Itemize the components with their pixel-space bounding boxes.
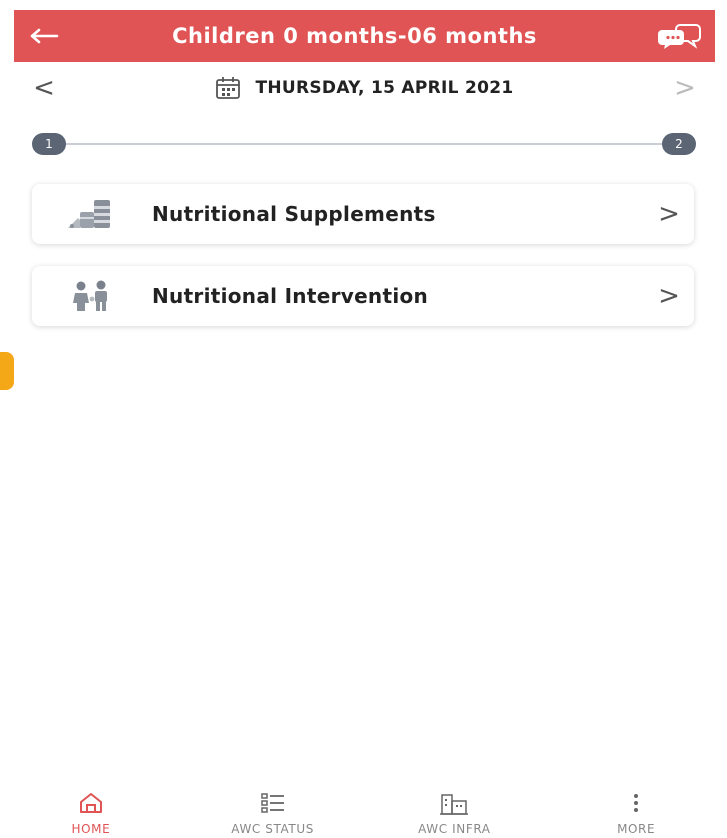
app-bar: Children 0 months-06 months xyxy=(14,10,715,62)
nav-home[interactable]: HOME xyxy=(16,790,166,836)
nav-label: AWC INFRA xyxy=(418,822,491,836)
chevron-right-icon: > xyxy=(658,199,680,229)
card-label: Nutritional Intervention xyxy=(152,284,429,308)
bottom-navigation: HOME AWC STATUS AWC INFRA MORE xyxy=(0,790,727,838)
chat-bubbles-icon xyxy=(658,24,701,49)
date-text: THURSDAY, 15 APRIL 2021 xyxy=(255,78,514,98)
more-vertical-icon xyxy=(634,794,639,812)
date-display[interactable]: THURSDAY, 15 APRIL 2021 xyxy=(215,76,513,100)
card-label: Nutritional Supplements xyxy=(152,202,436,226)
page-title: Children 0 months-06 months xyxy=(172,24,537,48)
chat-button[interactable] xyxy=(645,10,715,62)
arrow-left-icon xyxy=(30,28,59,44)
home-icon xyxy=(79,793,102,813)
nutritional-intervention-card[interactable]: Nutritional Intervention > xyxy=(32,266,694,326)
nav-awc-status[interactable]: AWC STATUS xyxy=(198,790,348,836)
nav-label: MORE xyxy=(617,822,656,836)
mother-child-icon xyxy=(73,280,107,311)
step-2-indicator[interactable]: 2 xyxy=(662,133,696,155)
building-icon xyxy=(440,794,469,815)
back-button[interactable] xyxy=(14,10,74,62)
chevron-right-icon: > xyxy=(658,281,680,311)
next-date-button[interactable]: > xyxy=(655,73,715,103)
stepper-line xyxy=(54,143,674,145)
list-icon xyxy=(260,793,284,813)
edge-handle[interactable] xyxy=(0,352,14,390)
step-1-indicator[interactable]: 1 xyxy=(32,133,66,155)
calendar-icon xyxy=(216,77,241,99)
supplements-icon xyxy=(68,200,110,228)
date-navigator: < THURSDAY, 15 APRIL 2021 > xyxy=(14,62,715,114)
nav-more[interactable]: MORE xyxy=(561,790,711,836)
nav-label: HOME xyxy=(71,822,111,836)
nav-awc-infra[interactable]: AWC INFRA xyxy=(379,790,529,836)
previous-date-button[interactable]: < xyxy=(14,73,74,103)
progress-stepper: 1 2 xyxy=(32,133,696,155)
nav-label: AWC STATUS xyxy=(231,822,314,836)
nutritional-supplements-card[interactable]: Nutritional Supplements > xyxy=(32,184,694,244)
